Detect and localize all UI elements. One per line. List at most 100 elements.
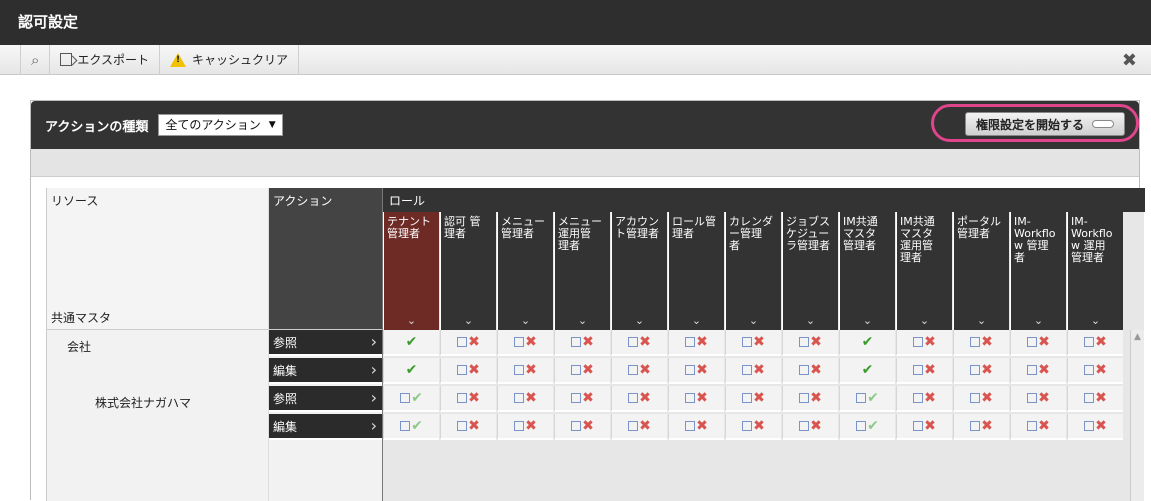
permission-cell[interactable]: ✖: [953, 414, 1009, 440]
close-icon[interactable]: ✖: [1122, 50, 1137, 71]
chevron-down-icon[interactable]: ⌄: [1068, 315, 1123, 327]
permission-cell[interactable]: ✖: [1010, 358, 1066, 384]
permission-cell[interactable]: ✔: [383, 330, 439, 356]
cache-clear-button[interactable]: ! キャッシュクリア: [160, 44, 300, 75]
chevron-down-icon[interactable]: ⌄: [726, 315, 781, 327]
chevron-down-icon[interactable]: ⌄: [498, 315, 553, 327]
role-column-4[interactable]: アカウン ト管理者 ⌄: [611, 212, 667, 330]
permission-cell[interactable]: ✖: [440, 358, 496, 384]
permission-cell[interactable]: ✖: [725, 358, 781, 384]
permission-cell[interactable]: ✖: [1010, 386, 1066, 412]
permission-cell[interactable]: ✖: [1010, 414, 1066, 440]
search-button[interactable]: ⌕: [20, 44, 51, 75]
action-edit-nagahama[interactable]: 編集: [269, 413, 383, 440]
permission-cell[interactable]: ✖: [440, 414, 496, 440]
permission-cell[interactable]: ✖: [953, 330, 1009, 356]
permission-cell[interactable]: ✖: [896, 414, 952, 440]
resource-company[interactable]: 会社: [67, 338, 91, 355]
role-column-1[interactable]: 認可 管 理者 ⌄: [440, 212, 496, 330]
permission-cell[interactable]: ✖: [611, 330, 667, 356]
permission-cell[interactable]: ✖: [554, 414, 610, 440]
role-column-9[interactable]: IM共通 マスタ 運用管 理者 ⌄: [896, 212, 952, 330]
role-column-11[interactable]: IM- Workflo w 管理 者 ⌄: [1010, 212, 1066, 330]
permission-cell[interactable]: ✖: [554, 358, 610, 384]
permission-cell[interactable]: ✔: [839, 358, 895, 384]
chevron-down-icon[interactable]: ⌄: [384, 315, 439, 327]
chevron-down-icon[interactable]: ⌄: [612, 315, 667, 327]
role-column-2[interactable]: メニュー 管理者 ⌄: [497, 212, 553, 330]
permission-cell[interactable]: ✖: [896, 358, 952, 384]
permission-cell[interactable]: ✖: [668, 414, 724, 440]
export-button[interactable]: エクスポート: [50, 44, 161, 75]
role-column-10[interactable]: ポータル 管理者 ⌄: [953, 212, 1009, 330]
permission-cell[interactable]: ✖: [896, 330, 952, 356]
permission-cell[interactable]: ✖: [668, 330, 724, 356]
permission-cell[interactable]: ✖: [440, 330, 496, 356]
chevron-down-icon[interactable]: ⌄: [441, 315, 496, 327]
permission-cell[interactable]: ✖: [611, 414, 667, 440]
chevron-down-icon[interactable]: ⌄: [954, 315, 1009, 327]
permission-cell[interactable]: ✖: [896, 386, 952, 412]
vertical-scrollbar[interactable]: ▲: [1130, 330, 1144, 501]
permission-cell[interactable]: ✖: [497, 330, 553, 356]
permission-cell[interactable]: ✖: [497, 386, 553, 412]
permission-cell[interactable]: ✖: [497, 358, 553, 384]
denied-icon: ✖: [514, 390, 537, 406]
start-permission-button[interactable]: 権限設定を開始する: [964, 112, 1125, 136]
chevron-down-icon[interactable]: ⌄: [783, 315, 838, 327]
permission-cell[interactable]: ✖: [725, 414, 781, 440]
action-type-select[interactable]: 全てのアクション ▼: [158, 114, 283, 136]
denied-icon: ✖: [1084, 418, 1107, 434]
chevron-down-icon[interactable]: ⌄: [1011, 315, 1066, 327]
permission-cell[interactable]: ✖: [1010, 330, 1066, 356]
chevron-down-icon[interactable]: ⌄: [669, 315, 724, 327]
permission-cell[interactable]: ✖: [782, 358, 838, 384]
role-column-6[interactable]: カレンダ ー管理 者 ⌄: [725, 212, 781, 330]
permission-cell[interactable]: ✖: [782, 330, 838, 356]
permission-cell[interactable]: ✖: [554, 386, 610, 412]
role-column-7[interactable]: ジョブス ケジュー ラ管理者 ⌄: [782, 212, 838, 330]
permission-cell[interactable]: ✖: [725, 386, 781, 412]
permission-cell[interactable]: ✖: [782, 414, 838, 440]
permission-cell[interactable]: ✖: [611, 358, 667, 384]
role-column-12[interactable]: IM- Workflo w 運用 管理者 ⌄: [1067, 212, 1123, 330]
chevron-down-icon[interactable]: ⌄: [555, 315, 610, 327]
permission-cell[interactable]: ✖: [668, 358, 724, 384]
permission-cell[interactable]: ✖: [497, 414, 553, 440]
permission-cell[interactable]: ✔: [383, 386, 439, 412]
permission-cell[interactable]: ✖: [1067, 330, 1123, 356]
permission-cell[interactable]: ✖: [782, 386, 838, 412]
role-label: IM共通 マスタ 管理者: [843, 215, 878, 252]
role-column-8[interactable]: IM共通 マスタ 管理者 ⌄: [839, 212, 895, 330]
permission-cell[interactable]: ✖: [1067, 358, 1123, 384]
permission-cell[interactable]: ✖: [725, 330, 781, 356]
role-column-3[interactable]: メニュー 運用管 理者 ⌄: [554, 212, 610, 330]
chevron-down-icon[interactable]: ⌄: [840, 315, 895, 327]
warning-icon: !: [170, 52, 187, 67]
permission-cell[interactable]: ✖: [668, 386, 724, 412]
permission-cell[interactable]: ✖: [953, 386, 1009, 412]
permission-cell[interactable]: ✖: [554, 330, 610, 356]
role-column-5[interactable]: ロール管 理者 ⌄: [668, 212, 724, 330]
toolbar: ⌕ エクスポート ! キャッシュクリア ✖: [0, 44, 1151, 75]
permission-cell[interactable]: ✖: [953, 358, 1009, 384]
denied-icon: ✖: [913, 362, 936, 378]
permission-cell[interactable]: ✔: [383, 358, 439, 384]
role-label: IM- Workflo w 運用 管理者: [1071, 215, 1113, 264]
chevron-down-icon[interactable]: ⌄: [897, 315, 952, 327]
role-column-0[interactable]: テナント 管理者 ⌄: [383, 212, 439, 330]
action-view-company[interactable]: 参照: [269, 329, 383, 356]
permission-cell[interactable]: ✔: [383, 414, 439, 440]
permission-cell[interactable]: ✖: [440, 386, 496, 412]
permission-cell[interactable]: ✔: [839, 386, 895, 412]
permission-cell[interactable]: ✔: [839, 330, 895, 356]
permission-cell[interactable]: ✔: [839, 414, 895, 440]
denied-icon: ✖: [571, 390, 594, 406]
permission-cell[interactable]: ✖: [611, 386, 667, 412]
role-area: ロール ▲ テナント 管理者 ⌄ 認可 管 理者 ⌄ メニュー 管理者 ⌄ メニュー 運用管…: [382, 188, 1145, 501]
action-view-nagahama[interactable]: 参照: [269, 385, 383, 412]
resource-nagahama[interactable]: 株式会社ナガハマ: [95, 394, 191, 411]
permission-cell[interactable]: ✖: [1067, 386, 1123, 412]
action-edit-company[interactable]: 編集: [269, 357, 383, 384]
permission-cell[interactable]: ✖: [1067, 414, 1123, 440]
